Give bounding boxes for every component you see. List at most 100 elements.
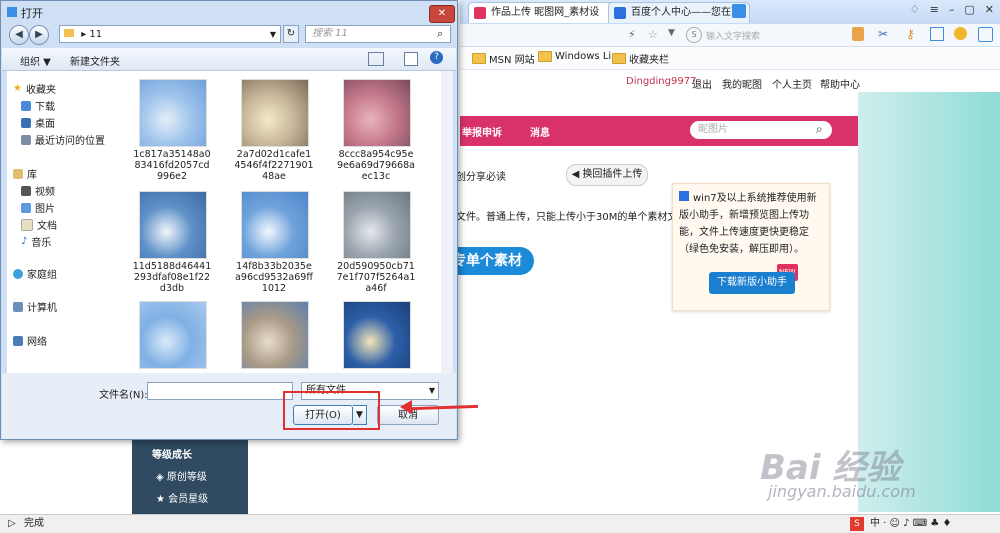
file-name[interactable]: 11d5188d46441 293dfaf08e1f22 d3db (127, 261, 217, 294)
file-name[interactable]: 20d590950cb71 7e1f707f5264a1 a46f (331, 261, 421, 294)
nitu-logo-icon (474, 7, 486, 19)
fav-windows[interactable]: Windows Li (538, 51, 611, 62)
file-name-line: 7e1f707f5264a1 (336, 272, 416, 283)
nav-recent-label: 最近访问的位置 (35, 136, 105, 147)
nav-libraries[interactable]: 库 (13, 166, 37, 181)
status-play-icon: ▷ (8, 518, 16, 529)
preview-pane-icon[interactable] (404, 52, 418, 66)
fav-msn[interactable]: MSN 网站 (472, 51, 535, 66)
thumbnail-sunburst[interactable] (241, 79, 309, 147)
nav-homegroup[interactable]: 家庭组 (13, 266, 57, 281)
sogou-icon[interactable]: S (850, 517, 864, 531)
username-link[interactable]: Dingding9977 (626, 76, 696, 87)
search-engine-icon[interactable]: S (686, 27, 702, 43)
minimize-icon[interactable]: – (949, 3, 955, 16)
file-list-scrollbar[interactable] (441, 71, 453, 373)
help-icon[interactable]: ? (430, 51, 443, 64)
dialog-close-button[interactable]: ✕ (429, 5, 455, 23)
view-options-icon[interactable] (368, 52, 384, 66)
fav-bar-folder[interactable]: 收藏夹栏 (612, 51, 669, 66)
logout-link[interactable]: 退出 (692, 76, 712, 91)
file-name[interactable]: 14f8b33b2035e a96cd9532a69ff 1012 (229, 261, 319, 294)
menu-icon[interactable]: ≡ (930, 3, 939, 16)
new-folder-button[interactable]: 新建文件夹 (70, 53, 120, 68)
return-plugin-upload-button[interactable]: ◀ 换回插件上传 (566, 164, 648, 186)
maximize-icon[interactable]: ▢ (964, 3, 974, 16)
file-name-line: a46f (365, 283, 387, 294)
close-window-icon[interactable]: ✕ (985, 3, 994, 16)
folder-icon (64, 29, 74, 37)
path-breadcrumb[interactable]: ▸ 11 ▼ (59, 25, 281, 43)
tab-baidu[interactable]: 百度个人中心——您在百 × (608, 2, 750, 23)
open-file-dialog: 打开 ✕ ◀ ▶ ▸ 11 ▼ ↻ 搜索 11 ⌕ 组织 ▼ 新建文件夹 ? ★… (0, 0, 458, 440)
thumbnail-grey-clouds[interactable] (343, 191, 411, 259)
sidebar-item-member-star[interactable]: ★ 会员星级 (156, 490, 208, 505)
search-icon[interactable]: ⌕ (816, 122, 823, 137)
nav-music[interactable]: ♪ 音乐 (21, 234, 51, 249)
refresh-button[interactable]: ↻ (283, 25, 299, 43)
window-icon[interactable] (978, 27, 993, 42)
status-text: 完成 (24, 518, 44, 529)
nav-documents[interactable]: 文档 (21, 217, 57, 232)
file-list: 1c817a35148a0 83416fd2057cd 996e2 2a7d02d1… (123, 71, 453, 373)
nav-downloads[interactable]: 下载 (21, 98, 55, 113)
new-tab-button[interactable] (732, 4, 746, 18)
filename-input[interactable] (147, 382, 293, 400)
nav-libraries-label: 库 (27, 170, 37, 181)
chevron-down-icon: ▼ (428, 386, 435, 395)
folder-search-input[interactable]: 搜索 11 (305, 25, 451, 43)
file-name[interactable]: 8ccc8a954c95e 9e6a69d79668a ec13c (331, 149, 421, 182)
path-dropdown-icon[interactable]: ▼ (270, 26, 276, 44)
nav-network[interactable]: 网络 (13, 333, 47, 348)
nav-pictures[interactable]: 图片 (21, 200, 55, 215)
address-search-input[interactable]: 输入文字搜索 (706, 29, 760, 42)
ime-icons[interactable]: 中 · ☺ ♪ ⌨ ♣ ♦ (870, 515, 951, 533)
thumbnail-sky[interactable] (139, 79, 207, 147)
search-icon[interactable]: ⌕ (437, 27, 443, 41)
back-button[interactable]: ◀ (9, 25, 29, 45)
thumbnail-white-clouds[interactable] (241, 191, 309, 259)
highlight-box (283, 391, 380, 430)
desktop-icon (21, 117, 31, 128)
thumbnail-pink-clouds[interactable] (343, 79, 411, 147)
tab-upload[interactable]: 作品上传 昵图网_素材设 × (468, 2, 624, 23)
grid-icon[interactable] (930, 27, 944, 41)
nav-videos[interactable]: 视频 (21, 183, 55, 198)
star-icon[interactable]: ☆ (648, 28, 658, 41)
thumbnail-sunset[interactable] (343, 301, 411, 369)
nav-computer[interactable]: 计算机 (13, 299, 57, 314)
file-name[interactable]: 2a7d02d1cafe1 4546f4f2271901 48ae (229, 149, 319, 182)
thumbnail-evening-clouds[interactable] (241, 301, 309, 369)
key-icon[interactable]: ⚷ (906, 27, 915, 41)
path-folder-name: 11 (89, 29, 103, 40)
recent-places-icon (21, 134, 31, 145)
shirt-icon[interactable]: ♢ (910, 3, 920, 16)
nav-messages[interactable]: 消息 (530, 124, 550, 139)
my-nitu-link[interactable]: 我的昵图 (722, 76, 762, 91)
helper-card: win7及以上系统推荐使用新版小助手，新增预览图上传功能，文件上传速度更快更稳定… (672, 183, 830, 311)
extension-icon[interactable] (852, 27, 864, 41)
download-helper-button[interactable]: 下载新版小助手 (709, 272, 795, 294)
nav-favorites[interactable]: ★ 收藏夹 (13, 81, 56, 96)
lightning-icon[interactable]: ⚡ (628, 28, 636, 41)
scissors-icon[interactable]: ✂ (878, 27, 888, 41)
nav-videos-label: 视频 (35, 187, 55, 198)
nav-recent[interactable]: 最近访问的位置 (21, 132, 105, 147)
dropdown-icon[interactable]: ▼ (668, 28, 675, 38)
emoji-icon[interactable] (954, 27, 967, 40)
site-search-input[interactable]: 昵图片 (690, 121, 832, 139)
organize-button[interactable]: 组织 ▼ (20, 53, 51, 68)
forward-button[interactable]: ▶ (29, 25, 49, 45)
nav-desktop[interactable]: 桌面 (21, 115, 55, 130)
share-guide-link[interactable]: 创分享必读 (456, 168, 506, 183)
nav-homegroup-label: 家庭组 (27, 270, 57, 281)
profile-link[interactable]: 个人主页 (772, 76, 812, 91)
arrow-head-icon (400, 400, 412, 414)
nav-report[interactable]: 举报申诉 (462, 124, 502, 139)
help-link[interactable]: 帮助中心 (820, 76, 860, 91)
file-name[interactable]: 1c817a35148a0 83416fd2057cd 996e2 (127, 149, 217, 182)
thumbnail-cumulus[interactable] (139, 191, 207, 259)
sidebar-item-original-level[interactable]: ◈ 原创等级 (156, 468, 207, 483)
thumbnail-contrails[interactable] (139, 301, 207, 369)
sidebar-title: 等级成长 (152, 450, 192, 461)
